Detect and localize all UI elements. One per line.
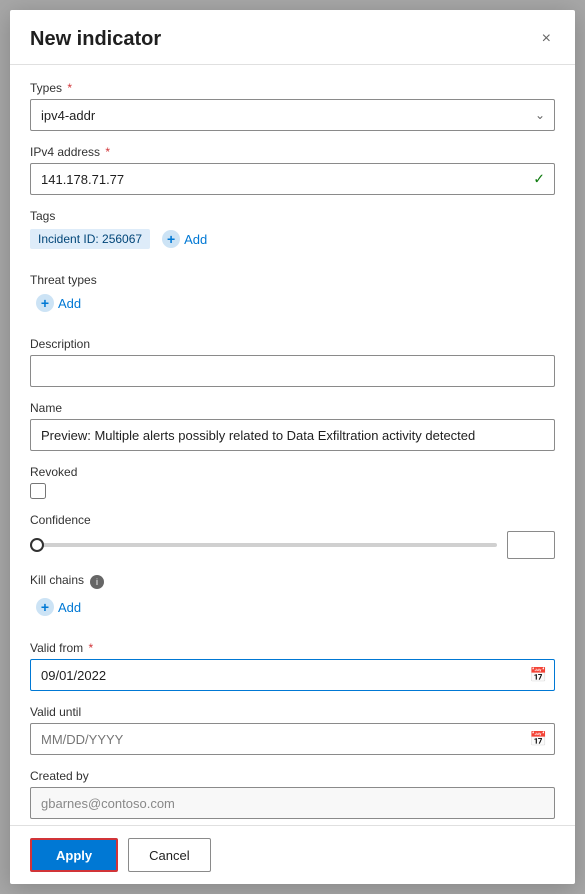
tags-add-label: Add	[184, 232, 207, 247]
threat-types-label: Threat types	[30, 273, 555, 287]
kill-chains-info-icon[interactable]: i	[90, 575, 104, 589]
tags-plus-icon: +	[162, 230, 180, 248]
types-field: Types * ipv4-addr ipv6-addr domain-name …	[30, 81, 555, 131]
tags-label: Tags	[30, 209, 555, 223]
revoked-checkbox[interactable]	[30, 483, 46, 499]
valid-from-label: Valid from *	[30, 641, 555, 655]
cancel-button[interactable]: Cancel	[128, 838, 210, 872]
tag-text: Incident ID: 256067	[38, 232, 142, 246]
kill-chains-label: Kill chains	[30, 573, 84, 587]
threat-types-add-label: Add	[58, 296, 81, 311]
close-button[interactable]: ×	[538, 26, 555, 52]
kill-chains-add-label: Add	[58, 600, 81, 615]
ipv4-input[interactable]	[30, 163, 555, 195]
types-select[interactable]: ipv4-addr ipv6-addr domain-name url file	[30, 99, 555, 131]
kill-chains-label-row: Kill chains i	[30, 573, 555, 591]
types-label: Types *	[30, 81, 555, 95]
ipv4-input-wrapper: ✓	[30, 163, 555, 195]
threat-types-section: Threat types + Add	[30, 273, 555, 315]
tags-field: Tags Incident ID: 256067 + Add	[30, 209, 555, 251]
valid-from-input[interactable]	[30, 659, 555, 691]
modal-footer: Apply Cancel	[10, 825, 575, 884]
modal-header: New indicator ×	[10, 10, 575, 65]
name-label: Name	[30, 401, 555, 415]
tag-item: Incident ID: 256067	[30, 229, 150, 249]
description-input[interactable]	[30, 355, 555, 387]
confidence-section: Confidence	[30, 513, 555, 559]
tags-add-button[interactable]: + Add	[156, 227, 213, 251]
ipv4-check-icon: ✓	[533, 171, 545, 188]
apply-button[interactable]: Apply	[30, 838, 118, 872]
valid-until-input-wrapper: 📅	[30, 723, 555, 755]
description-label: Description	[30, 337, 555, 351]
name-field: Name	[30, 401, 555, 451]
valid-from-input-wrapper: 📅	[30, 659, 555, 691]
valid-until-field: Valid until 📅	[30, 705, 555, 755]
revoked-checkbox-wrapper	[30, 483, 555, 499]
ipv4-label: IPv4 address *	[30, 145, 555, 159]
threat-types-add-button[interactable]: + Add	[30, 291, 87, 315]
threat-types-plus-icon: +	[36, 294, 54, 312]
tags-container: Incident ID: 256067 + Add	[30, 227, 555, 251]
types-required: *	[64, 81, 72, 95]
confidence-slider-wrapper	[30, 531, 555, 559]
created-by-field: Created by	[30, 769, 555, 819]
types-select-wrapper: ipv4-addr ipv6-addr domain-name url file…	[30, 99, 555, 131]
kill-chains-add-button[interactable]: + Add	[30, 595, 87, 619]
ipv4-field: IPv4 address * ✓	[30, 145, 555, 195]
threat-types-add-wrapper: + Add	[30, 291, 555, 315]
confidence-value-input[interactable]	[507, 531, 555, 559]
ipv4-required: *	[102, 145, 110, 159]
confidence-label: Confidence	[30, 513, 555, 527]
modal-title: New indicator	[30, 28, 161, 51]
valid-until-label: Valid until	[30, 705, 555, 719]
revoked-label: Revoked	[30, 465, 555, 479]
kill-chains-plus-icon: +	[36, 598, 54, 616]
modal-overlay: New indicator × Types * ipv4-addr ipv6-a…	[0, 0, 585, 894]
kill-chains-section: Kill chains i + Add	[30, 573, 555, 619]
close-icon: ×	[542, 30, 551, 48]
valid-from-field: Valid from * 📅	[30, 641, 555, 691]
valid-from-required: *	[85, 641, 93, 655]
created-by-input	[30, 787, 555, 819]
modal-container: New indicator × Types * ipv4-addr ipv6-a…	[10, 10, 575, 884]
revoked-field: Revoked	[30, 465, 555, 499]
confidence-slider[interactable]	[30, 543, 497, 547]
created-by-label: Created by	[30, 769, 555, 783]
name-input[interactable]	[30, 419, 555, 451]
modal-body: Types * ipv4-addr ipv6-addr domain-name …	[10, 65, 575, 825]
description-field: Description	[30, 337, 555, 387]
valid-until-input[interactable]	[30, 723, 555, 755]
